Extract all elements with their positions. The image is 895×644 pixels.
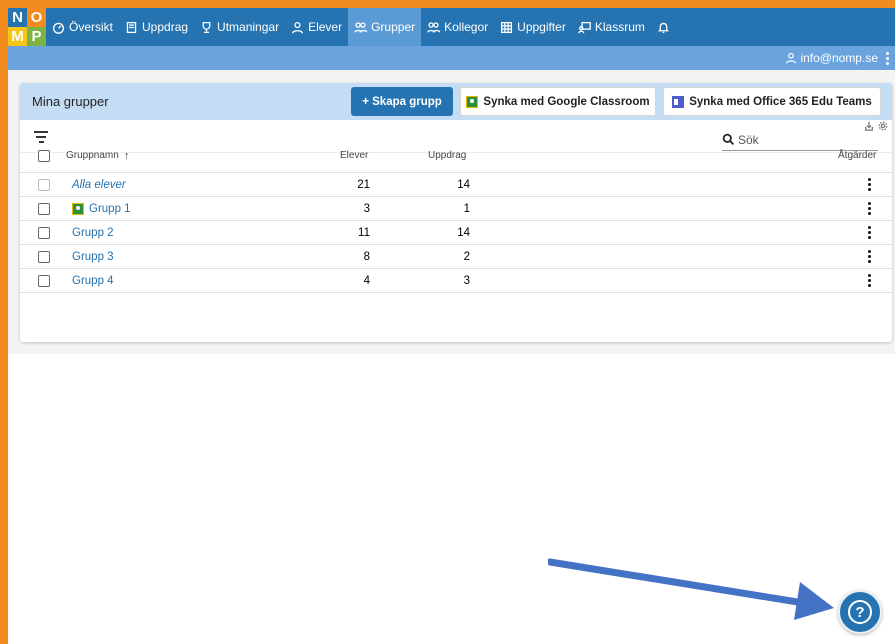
nav-label: Översikt <box>69 20 114 34</box>
nav-item-uppgifter[interactable]: Uppgifter <box>494 8 572 46</box>
nav-label: Elever <box>308 20 343 34</box>
notifications-button[interactable] <box>651 8 676 46</box>
settings-icon[interactable] <box>878 121 888 131</box>
users-icon <box>354 21 368 33</box>
row-actions-kebab-icon[interactable] <box>863 221 875 244</box>
group-name-link[interactable]: Alla elever <box>72 173 126 196</box>
book-icon <box>126 21 137 33</box>
dashboard-icon <box>52 22 65 34</box>
user-account-link[interactable]: info@nomp.se <box>785 51 878 65</box>
sync-google-classroom-button[interactable]: Synka med Google Classroom <box>460 87 656 116</box>
column-header-actions: Åtgärder <box>838 150 877 161</box>
nav-label: Uppdrag <box>142 20 189 34</box>
app-frame: N O M P Översikt Uppdrag Utmaningar Elev… <box>8 8 895 644</box>
student-count: 3 <box>363 202 370 215</box>
create-group-button[interactable]: + Skapa grupp <box>351 87 453 116</box>
table-header: Gruppnamn ↑ Elever Uppdrag Åtgärder <box>20 139 892 173</box>
trophy-icon <box>202 21 211 33</box>
assignment-count: 14 <box>457 226 470 239</box>
arrow-up-icon: ↑ <box>123 149 130 162</box>
nomp-logo[interactable]: N O M P <box>8 8 46 46</box>
bell-icon <box>657 22 670 33</box>
student-count: 8 <box>363 250 370 263</box>
nav-item-klassrum[interactable]: Klassrum <box>572 8 651 46</box>
google-classroom-icon <box>72 202 84 215</box>
student-count: 21 <box>357 178 370 191</box>
nav-item-uppdrag[interactable]: Uppdrag <box>119 8 194 46</box>
nav-label: Uppgifter <box>517 20 566 34</box>
classroom-icon <box>578 21 591 33</box>
group-name-link[interactable]: Grupp 1 <box>89 203 131 215</box>
nav-label: Utmaningar <box>217 20 280 34</box>
nav-item-kollegor[interactable]: Kollegor <box>421 8 494 46</box>
group-name-link[interactable]: Grupp 2 <box>72 221 114 244</box>
user-icon <box>786 52 797 64</box>
logo-letter: O <box>27 8 46 27</box>
column-header-assignments[interactable]: Uppdrag <box>428 139 466 172</box>
button-label: Synka med Office 365 Edu Teams <box>689 95 872 108</box>
row-checkbox[interactable] <box>38 202 50 215</box>
nav-label: Kollegor <box>444 20 489 34</box>
user-email: info@nomp.se <box>800 51 878 65</box>
row-actions-kebab-icon[interactable] <box>863 173 875 196</box>
nav-item-grupper[interactable]: Grupper <box>348 8 422 46</box>
office-teams-icon <box>672 95 685 108</box>
google-classroom-icon <box>466 95 479 108</box>
sync-office-teams-button[interactable]: Synka med Office 365 Edu Teams <box>663 87 881 116</box>
help-button[interactable]: ? <box>838 590 882 634</box>
nav-label: Grupper <box>371 20 416 34</box>
table-row[interactable]: Grupp 4 4 3 <box>20 269 892 293</box>
row-actions-kebab-icon[interactable] <box>863 269 875 292</box>
page-title: Mina grupper <box>32 94 109 109</box>
nav-item-utmaningar[interactable]: Utmaningar <box>194 8 285 46</box>
export-icon[interactable] <box>864 121 874 131</box>
user-menu-icon[interactable] <box>886 51 889 65</box>
assignment-count: 2 <box>463 250 470 263</box>
student-count: 11 <box>358 226 370 239</box>
main-content: Mina grupper + Skapa grupp Synka med Goo… <box>8 70 895 354</box>
user-bar: info@nomp.se <box>8 46 895 70</box>
help-icon: ? <box>848 600 872 624</box>
table-row[interactable]: Grupp 3 8 2 <box>20 245 892 269</box>
table-row[interactable]: Grupp 1 3 1 <box>20 197 892 221</box>
card-header: Mina grupper + Skapa grupp Synka med Goo… <box>20 83 892 120</box>
row-actions-kebab-icon[interactable] <box>863 197 875 220</box>
row-checkbox[interactable] <box>38 250 50 263</box>
group-name-link[interactable]: Grupp 3 <box>72 245 114 268</box>
nav-item-elever[interactable]: Elever <box>285 8 348 46</box>
header-label: Gruppnamn <box>66 150 119 161</box>
table-row[interactable]: Alla elever 21 14 <box>20 173 892 197</box>
nav-label: Klassrum <box>594 20 645 34</box>
assignment-count: 3 <box>463 274 470 287</box>
table-row[interactable]: Grupp 2 11 14 <box>20 221 892 245</box>
nav-item-oversikt[interactable]: Översikt <box>46 8 119 46</box>
column-header-students[interactable]: Elever <box>340 139 368 172</box>
table-tools <box>864 121 888 131</box>
row-actions-kebab-icon[interactable] <box>863 245 875 268</box>
select-all-checkbox[interactable] <box>38 149 50 162</box>
user-icon <box>292 21 304 33</box>
assignment-count: 1 <box>463 202 470 215</box>
student-count: 4 <box>363 274 370 287</box>
assignment-count: 14 <box>457 178 470 191</box>
button-label: Synka med Google Classroom <box>483 95 650 108</box>
group-name-link[interactable]: Grupp 4 <box>72 269 114 292</box>
column-header-name[interactable]: Gruppnamn ↑ <box>66 139 129 172</box>
groups-card: Mina grupper + Skapa grupp Synka med Goo… <box>20 83 892 342</box>
grid-icon <box>501 21 513 33</box>
annotation-arrow-icon <box>548 558 834 620</box>
top-navigation: N O M P Översikt Uppdrag Utmaningar Elev… <box>8 8 895 46</box>
row-checkbox[interactable] <box>38 226 50 239</box>
row-checkbox[interactable] <box>38 274 50 287</box>
row-checkbox[interactable] <box>38 178 50 191</box>
users-icon <box>427 21 441 33</box>
logo-letter: P <box>27 27 46 46</box>
logo-letter: N <box>8 8 27 27</box>
logo-letter: M <box>8 27 27 46</box>
